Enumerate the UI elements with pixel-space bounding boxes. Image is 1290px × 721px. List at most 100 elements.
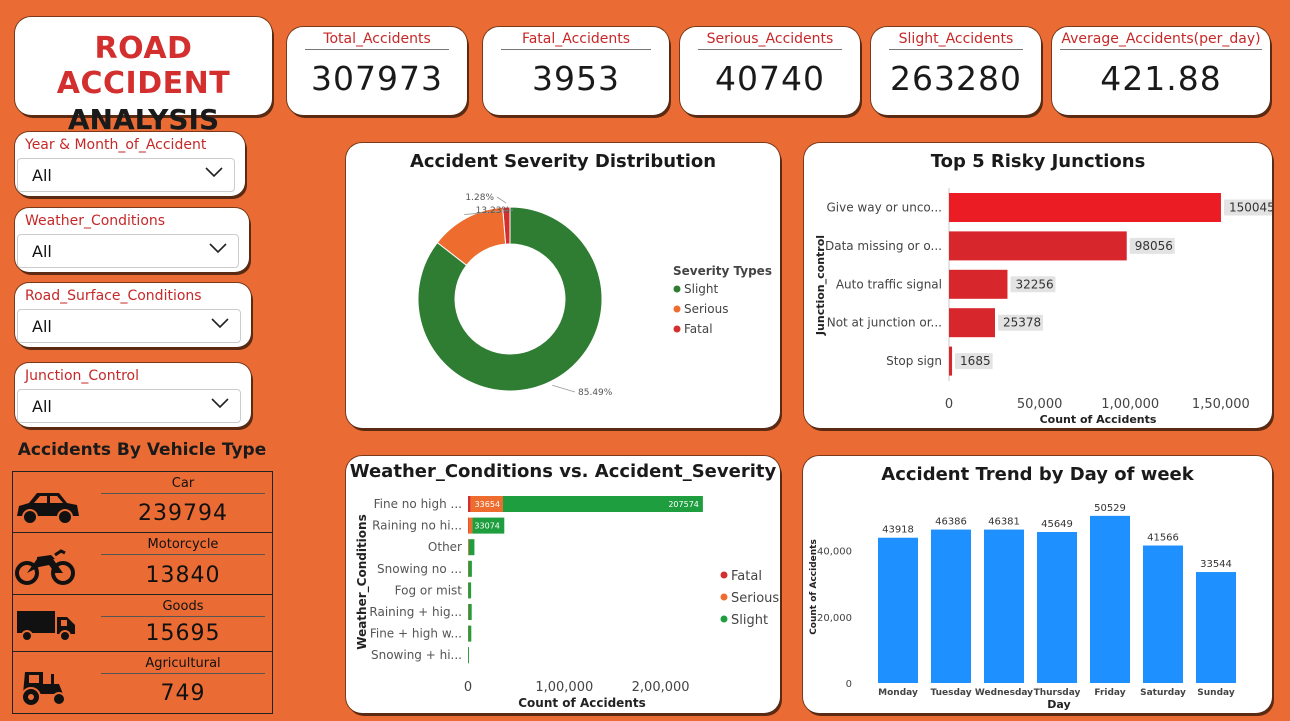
weather-bar-slight bbox=[468, 647, 469, 664]
day-data-label: 46381 bbox=[988, 517, 1020, 528]
day-bar bbox=[1037, 532, 1077, 683]
chevron-down-icon[interactable] bbox=[208, 241, 228, 255]
weather-bar-slight bbox=[468, 625, 472, 642]
kpi-label: Slight_Accidents bbox=[889, 27, 1023, 50]
junctions-chart-card: Top 5 Risky Junctions Give way or unco..… bbox=[804, 143, 1272, 428]
day-data-label: 46386 bbox=[935, 517, 967, 528]
weather-stacked-bar-chart: Fine no high ... Raining no hi... Other Sno… bbox=[355, 496, 779, 710]
legend-title: Severity Types bbox=[673, 264, 772, 278]
slicer-year-month[interactable]: Year & Month_of_Accident All bbox=[15, 132, 245, 196]
weather-category-label: Fine + high w... bbox=[370, 627, 462, 641]
x-axis-title: Count of Accidents bbox=[518, 696, 645, 710]
legend-marker-serious bbox=[720, 593, 728, 601]
motorcycle-icon bbox=[15, 549, 75, 585]
vehicle-row-motorcycle: Motorcycle 13840 bbox=[13, 533, 272, 595]
vehicle-row-agricultural: Agricultural 749 bbox=[13, 652, 272, 714]
legend-label-serious: Serious bbox=[731, 591, 779, 606]
legend-label-fatal: Fatal bbox=[684, 322, 713, 336]
slicer-label: Junction_Control bbox=[25, 368, 139, 384]
day-bar bbox=[931, 529, 971, 683]
x-tick-label: Tuesday bbox=[930, 688, 971, 698]
y-tick-label: 0 bbox=[846, 679, 852, 690]
weather-bar-slight bbox=[468, 582, 472, 599]
slicer-value: All bbox=[32, 397, 52, 416]
weather-category-label: Raining no hi... bbox=[372, 519, 462, 533]
x-tick-label: 1,00,000 bbox=[535, 680, 593, 695]
donut-data-label: 13.23% bbox=[476, 206, 511, 216]
day-trend-bar-chart: 43918 Monday 46386 Tuesday 46381 Wednesday 456… bbox=[809, 503, 1236, 711]
day-bar bbox=[1090, 515, 1130, 683]
x-tick-label: Wednesday bbox=[975, 688, 1033, 698]
donut-leader-line bbox=[496, 196, 507, 204]
kpi-value: 307973 bbox=[311, 59, 443, 98]
junction-bar bbox=[949, 346, 953, 376]
y-tick-label: 20,000 bbox=[817, 613, 852, 624]
vehicle-count: 749 bbox=[160, 681, 206, 706]
slicer-value: All bbox=[32, 317, 52, 336]
kpi-serious-accidents: Serious_Accidents 40740 bbox=[680, 27, 860, 115]
weather-chart-card: Weather_Conditions vs. Accident_Severity… bbox=[346, 456, 780, 713]
slicer-dropdown[interactable]: All bbox=[17, 309, 241, 343]
vehicle-row-car: Car 239794 bbox=[13, 472, 272, 533]
weather-category-label: Fog or mist bbox=[395, 583, 463, 597]
vehicle-name: Car bbox=[101, 476, 265, 494]
junctions-bar-chart: Give way or unco... 150045 Data missing or… bbox=[814, 188, 1272, 426]
junction-data-label: 1685 bbox=[960, 354, 991, 368]
x-tick-label: Monday bbox=[878, 688, 918, 698]
vehicle-name: Agricultural bbox=[101, 656, 265, 674]
x-axis-title: Day bbox=[1047, 698, 1070, 711]
slicer-weather-conditions[interactable]: Weather_Conditions All bbox=[15, 208, 249, 272]
legend-label-slight: Slight bbox=[731, 613, 768, 628]
weather-bar-slight bbox=[468, 604, 472, 620]
junction-category-label: Stop sign bbox=[886, 354, 942, 368]
x-tick-label: 1,50,000 bbox=[1192, 397, 1250, 412]
legend-marker-serious bbox=[673, 305, 681, 313]
legend-label-slight: Slight bbox=[684, 282, 719, 296]
slicer-junction-control[interactable]: Junction_Control All bbox=[15, 363, 251, 427]
tractor-icon bbox=[21, 672, 66, 707]
slicer-label: Road_Surface_Conditions bbox=[25, 288, 202, 304]
junction-category-label: Not at junction or... bbox=[827, 316, 942, 330]
day-trend-chart-card: Accident Trend by Day of week 43918 Monda… bbox=[803, 456, 1272, 713]
slicer-label: Year & Month_of_Accident bbox=[25, 137, 207, 153]
y-axis-title: Weather_Conditions bbox=[355, 514, 370, 649]
kpi-value: 40740 bbox=[715, 59, 825, 98]
kpi-fatal-accidents: Fatal_Accidents 3953 bbox=[483, 27, 669, 115]
day-bar bbox=[1196, 572, 1236, 683]
weather-bar-slight bbox=[468, 539, 475, 556]
junction-data-label: 32256 bbox=[1015, 277, 1053, 291]
slicer-label: Weather_Conditions bbox=[25, 213, 166, 229]
x-tick-label: 0 bbox=[945, 397, 953, 412]
weather-bar-serious bbox=[468, 604, 469, 620]
chevron-down-icon[interactable] bbox=[204, 165, 224, 179]
day-data-label: 41566 bbox=[1147, 533, 1179, 544]
kpi-average-accidents: Average_Accidents(per_day) 421.88 bbox=[1052, 27, 1270, 115]
slicer-dropdown[interactable]: All bbox=[17, 234, 239, 268]
junction-bar bbox=[949, 193, 1221, 222]
kpi-label: Fatal_Accidents bbox=[501, 27, 651, 50]
day-data-label: 33544 bbox=[1200, 559, 1232, 570]
kpi-value: 263280 bbox=[890, 59, 1022, 98]
y-axis-title: Count of Accidents bbox=[809, 539, 819, 635]
day-data-label: 45649 bbox=[1041, 519, 1073, 530]
weather-bar-serious bbox=[468, 517, 473, 534]
slicer-dropdown[interactable]: All bbox=[17, 158, 235, 192]
chevron-down-icon[interactable] bbox=[210, 316, 230, 330]
junction-data-label: 150045 bbox=[1229, 201, 1272, 215]
vehicle-count: 15695 bbox=[145, 621, 221, 646]
x-tick-label: Saturday bbox=[1140, 688, 1186, 698]
legend-label-fatal: Fatal bbox=[731, 569, 762, 584]
weather-bar-slight bbox=[468, 560, 472, 577]
day-bar bbox=[984, 529, 1024, 683]
x-tick-label: 2,00,000 bbox=[632, 680, 690, 695]
title-line1: ROAD ACCIDENT bbox=[56, 31, 231, 101]
legend-marker-slight bbox=[673, 285, 681, 293]
junction-category-label: Data missing or o... bbox=[825, 239, 942, 253]
severity-donut-chart: 85.49% 13.23% 1.28% Severity Types Slight Ser… bbox=[417, 193, 772, 398]
weather-data-label: 33654 bbox=[475, 500, 500, 509]
chevron-down-icon[interactable] bbox=[210, 396, 230, 410]
weather-data-label: 207574 bbox=[668, 500, 699, 509]
slicer-road-surface-conditions[interactable]: Road_Surface_Conditions All bbox=[15, 283, 251, 347]
junction-category-label: Give way or unco... bbox=[827, 201, 943, 215]
slicer-dropdown[interactable]: All bbox=[17, 389, 241, 423]
